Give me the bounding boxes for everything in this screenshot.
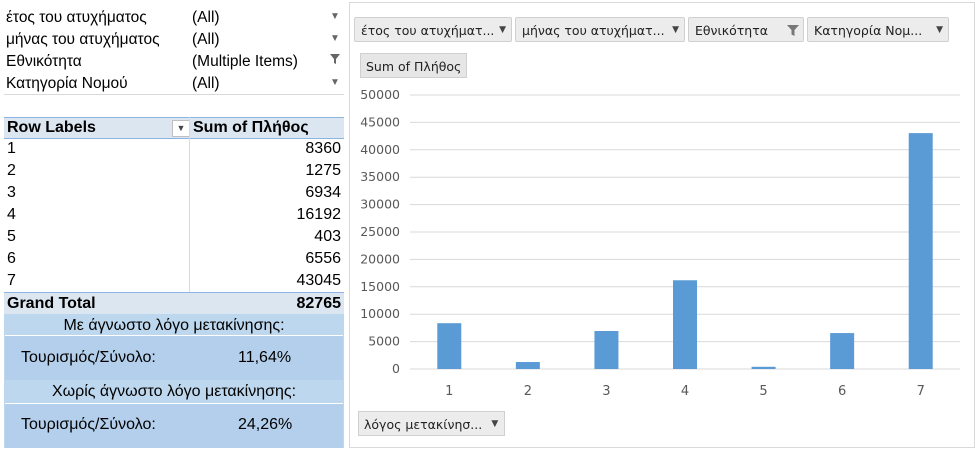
y-tick-label: 15000 (360, 279, 400, 294)
y-tick-label: 40000 (360, 142, 400, 157)
y-tick-label: 10000 (360, 306, 400, 321)
row-label: 7 (7, 272, 16, 289)
table-row[interactable]: 4 16192 (4, 204, 344, 226)
axis-field-label: λόγος μετακίνησ... (364, 417, 483, 432)
x-tick-label: 3 (602, 384, 610, 399)
bar-6[interactable] (830, 333, 855, 369)
y-tick-label: 0 (392, 361, 400, 376)
bar-2[interactable] (515, 362, 540, 369)
axis-field-button[interactable]: λόγος μετακίνησ... ▼ (358, 411, 506, 436)
y-tick-label: 5000 (368, 334, 400, 349)
table-row[interactable]: 1 8360 (4, 138, 344, 160)
filter-row-year[interactable]: έτος του ατυχήματος (All) ▼ (4, 7, 344, 28)
bar-3[interactable] (594, 331, 619, 369)
x-tick-label: 1 (445, 384, 453, 399)
bar-4[interactable] (673, 280, 697, 369)
filter-name: έτος του ατυχήματος (6, 9, 147, 26)
row-value: 16192 (296, 206, 342, 223)
summary-box-no-unknown-reason: Χωρίς άγνωστο λόγο μετακίνησης: Τουρισμό… (4, 380, 344, 448)
filter-name: Κατηγορία Νομού (6, 75, 128, 92)
y-tick-label: 35000 (360, 169, 400, 184)
y-tick-label: 20000 (360, 251, 400, 266)
x-tick-label: 6 (838, 384, 846, 399)
dropdown-arrow-icon[interactable]: ▼ (327, 75, 343, 91)
table-row[interactable]: 3 6934 (4, 182, 344, 204)
row-label: 4 (7, 206, 16, 223)
filter-row-prefecture-category[interactable]: Κατηγορία Νομού (All) ▼ (4, 73, 344, 94)
table-row[interactable]: 2 1275 (4, 160, 344, 182)
row-label: 6 (7, 250, 16, 267)
row-value: 6934 (305, 184, 341, 201)
row-labels-dropdown-icon[interactable]: ▼ (172, 120, 190, 137)
table-row[interactable]: 5 403 (4, 226, 344, 248)
row-value: 43045 (296, 272, 342, 289)
filter-name: Εθνικότητα (6, 53, 82, 70)
y-tick-label: 45000 (360, 114, 400, 129)
filter-name: μήνας του ατυχήματος (6, 31, 160, 48)
y-tick-label: 30000 (360, 197, 400, 212)
summary-value: 24,26% (238, 416, 293, 433)
filter-row-month[interactable]: μήνας του ατυχήματος (All) ▼ (4, 29, 344, 50)
bar-7[interactable] (908, 133, 933, 369)
row-label: 5 (7, 228, 16, 245)
row-value: 6556 (305, 250, 341, 267)
summary-label: Τουρισμός/Σύνολο: (21, 416, 156, 433)
summary-value: 11,64% (238, 349, 292, 366)
table-row[interactable]: 6 6556 (4, 248, 344, 270)
row-label: 2 (7, 162, 16, 179)
grand-total-value: 82765 (296, 295, 342, 312)
dropdown-arrow-icon: ▼ (491, 419, 499, 429)
summary-label: Τουρισμός/Σύνολο: (21, 349, 156, 366)
summary-title: Με άγνωστο λόγο μετακίνησης: (63, 317, 285, 334)
bar-5[interactable] (751, 366, 776, 369)
filter-value: (All) (192, 9, 220, 26)
x-tick-label: 5 (759, 384, 767, 399)
filter-value: (Multiple Items) (192, 53, 298, 70)
row-label: 3 (7, 184, 16, 201)
dropdown-arrow-icon[interactable]: ▼ (327, 31, 343, 47)
pivot-table-panel: έτος του ατυχήματος (All) ▼ μήνας του ατ… (0, 0, 345, 450)
filter-value: (All) (192, 75, 220, 92)
row-label: 1 (7, 140, 16, 157)
summary-title: Χωρίς άγνωστο λόγο μετακίνησης: (51, 383, 297, 400)
filter-row-nationality[interactable]: Εθνικότητα (Multiple Items) (4, 51, 344, 72)
row-labels-header: Row Labels (7, 119, 96, 136)
summary-box-unknown-reason: Με άγνωστο λόγο μετακίνησης: Τουρισμός/Σ… (4, 314, 344, 380)
row-value: 8360 (305, 140, 341, 157)
x-tick-label: 4 (681, 384, 689, 399)
pivot-header: Row Labels ▼ Sum of Πλήθος (4, 117, 344, 139)
row-value: 1275 (305, 162, 341, 179)
sum-header: Sum of Πλήθος (193, 119, 309, 136)
filter-value: (All) (192, 31, 220, 48)
grand-total-row[interactable]: Grand Total 82765 (4, 292, 344, 314)
chart-plot: 0 5000 10000 15000 20000 25000 30000 35000 40000… (360, 87, 960, 399)
summary-inner: Τουρισμός/Σύνολο: 11,64% (5, 335, 343, 380)
y-tick-label: 50000 (360, 87, 400, 102)
bar-1[interactable] (437, 323, 462, 369)
grand-total-label: Grand Total (7, 295, 96, 312)
filter-icon[interactable] (327, 53, 343, 69)
y-tick-label: 25000 (360, 224, 400, 239)
row-value: 403 (314, 228, 341, 245)
dropdown-arrow-icon[interactable]: ▼ (327, 9, 343, 25)
pivot-chart[interactable]: έτος του ατυχήματ... ▼ μήνας του ατυχήμα… (349, 2, 975, 448)
x-tick-label: 7 (917, 384, 925, 399)
summary-inner: Τουρισμός/Σύνολο: 24,26% (5, 403, 343, 448)
x-tick-label: 2 (524, 384, 532, 399)
table-row[interactable]: 7 43045 (4, 270, 344, 292)
